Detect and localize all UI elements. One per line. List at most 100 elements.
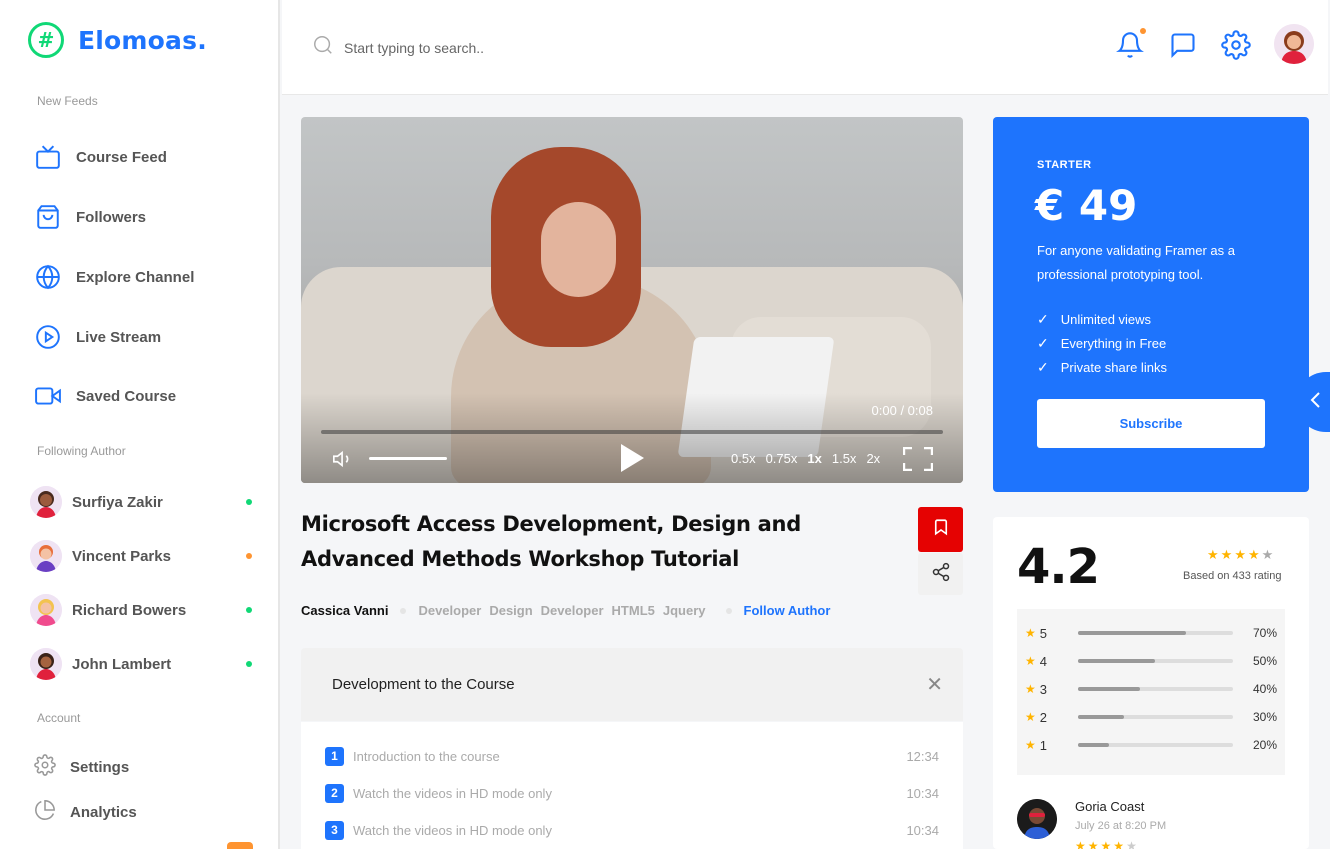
pricing-description: For anyone validating Framer as a profes… xyxy=(1037,243,1235,282)
rating-star-value: 4 xyxy=(1039,653,1047,669)
close-icon[interactable]: ✕ xyxy=(926,672,943,697)
sidebar-item-label: Analytics xyxy=(70,803,137,821)
sidebar-item-label: Saved Course xyxy=(76,387,177,405)
author-name: Surfiya Zakir xyxy=(72,493,163,511)
gear-icon xyxy=(34,753,56,781)
author-name: Vincent Parks xyxy=(72,547,171,565)
speed-option[interactable]: 0.75x xyxy=(766,451,798,466)
rating-row: ★ 2 30% xyxy=(1025,709,1277,725)
video-time: 0:00 / 0:08 xyxy=(871,403,933,418)
course-tag[interactable]: Design xyxy=(489,603,532,618)
course-author[interactable]: Cassica Vanni xyxy=(301,603,388,618)
search-bar[interactable]: Start typing to search.. xyxy=(312,34,484,61)
author-item[interactable]: Richard Bowers xyxy=(30,593,260,627)
lesson-item[interactable]: 1 Introduction to the course 12:34 xyxy=(325,746,939,766)
rating-stars: ★★★★★ xyxy=(1207,547,1275,563)
sidebar-item-label: Explore Channel xyxy=(76,268,195,286)
reviewer-avatar[interactable] xyxy=(1017,799,1057,839)
gear-icon[interactable] xyxy=(1221,30,1251,60)
rating-bar xyxy=(1077,659,1234,663)
chat-icon[interactable] xyxy=(1169,30,1199,60)
sidebar-item-saved-course[interactable]: Saved Course xyxy=(34,381,176,411)
user-avatar[interactable] xyxy=(1274,24,1314,64)
top-header: Start typing to search.. xyxy=(282,0,1328,95)
rating-percent: 50% xyxy=(1252,654,1277,668)
author-item[interactable]: Surfiya Zakir xyxy=(30,485,260,519)
play-icon[interactable] xyxy=(619,443,645,478)
pricing-card: STARTER € 49 For anyone validating Frame… xyxy=(993,117,1309,492)
pricing-feature: ✓ Private share links xyxy=(1037,359,1167,376)
star-icon: ★ xyxy=(1113,839,1127,849)
rating-bar-fill xyxy=(1077,687,1140,691)
speed-option[interactable]: 2x xyxy=(866,451,880,466)
course-tag[interactable]: Developer xyxy=(541,603,604,618)
video-player[interactable]: 0:00 / 0:08 0.5x 0.75x 1x 1.5x 2x xyxy=(301,117,963,483)
reviewer-name: Goria Coast xyxy=(1075,799,1145,814)
avatar xyxy=(30,486,62,518)
video-frame-face xyxy=(541,202,616,297)
course-tag[interactable]: HTML5 xyxy=(612,603,655,618)
section-account: Account xyxy=(37,711,81,725)
rating-bar-fill xyxy=(1077,631,1187,635)
feature-label: Unlimited views xyxy=(1060,312,1152,327)
star-icon: ★ xyxy=(1261,547,1276,562)
sidebar-item-followers[interactable]: Followers xyxy=(34,202,146,232)
bell-icon[interactable] xyxy=(1116,28,1146,60)
share-button[interactable] xyxy=(918,553,963,595)
author-item[interactable]: John Lambert xyxy=(30,647,260,681)
accordion-header[interactable]: Development to the Course ✕ xyxy=(301,648,963,721)
speed-option[interactable]: 0.5x xyxy=(731,451,756,466)
sidebar-item-course-feed[interactable]: Course Feed xyxy=(34,142,167,172)
star-icon: ★ xyxy=(1220,547,1235,562)
globe-icon xyxy=(34,263,62,291)
lesson-duration: 10:34 xyxy=(906,785,939,801)
subscribe-button[interactable]: Subscribe xyxy=(1037,399,1265,448)
lesson-title: Introduction to the course xyxy=(353,748,500,764)
check-icon: ✓ xyxy=(1037,335,1049,351)
course-title: Microsoft Access Development, Design and… xyxy=(301,512,801,571)
rating-percent: 40% xyxy=(1252,682,1277,696)
author-name: John Lambert xyxy=(72,655,172,673)
online-status-dot xyxy=(246,499,252,505)
sidebar-item-analytics[interactable]: Analytics xyxy=(34,798,137,826)
speed-option[interactable]: 1.5x xyxy=(832,451,857,466)
sidebar-item-label: Followers xyxy=(76,208,147,226)
brand-name: Elomoas. xyxy=(78,25,207,55)
lesson-duration: 12:34 xyxy=(906,748,939,764)
course-tag[interactable]: Developer xyxy=(418,603,481,618)
course-tag[interactable]: Jquery xyxy=(663,603,706,618)
volume-slider[interactable] xyxy=(369,457,447,460)
pricing-feature: ✓ Everything in Free xyxy=(1037,335,1166,352)
lesson-number: 3 xyxy=(325,820,344,840)
rating-breakdown: ★ 5 70% ★ 4 50% ★ 3 40% ★ 2 30% ★ 1 20% xyxy=(1017,609,1285,775)
star-icon: ★ xyxy=(1234,547,1248,562)
sidebar-item-live-stream[interactable]: Live Stream xyxy=(34,322,161,352)
sidebar-item-settings[interactable]: Settings xyxy=(34,753,129,781)
notification-dot xyxy=(1140,28,1146,34)
rating-star-value: 3 xyxy=(1039,681,1047,697)
sidebar: # Elomoas. New Feeds Course Feed Followe… xyxy=(0,0,280,849)
volume-icon[interactable] xyxy=(331,448,355,475)
feature-label: Everything in Free xyxy=(1060,336,1167,351)
speed-option-active[interactable]: 1x xyxy=(807,451,821,466)
star-icon: ★ xyxy=(1025,738,1036,752)
rating-card: 4.2 ★★★★★ Based on 433 rating ★ 5 70% ★ … xyxy=(993,517,1309,849)
share-icon xyxy=(931,562,951,587)
fullscreen-icon[interactable] xyxy=(902,446,934,476)
pie-chart-icon xyxy=(34,799,56,826)
lesson-item[interactable]: 2 Watch the videos in HD mode only 10:34 xyxy=(325,783,939,803)
video-camera-icon xyxy=(34,382,62,410)
feature-label: Private share links xyxy=(1060,360,1167,375)
avatar xyxy=(30,540,62,572)
search-input[interactable]: Start typing to search.. xyxy=(344,40,484,56)
logo[interactable]: # Elomoas. xyxy=(28,22,207,58)
video-progress-bar[interactable] xyxy=(321,430,943,434)
sidebar-item-explore-channel[interactable]: Explore Channel xyxy=(34,262,194,292)
accordion-title: Development to the Course xyxy=(332,676,515,693)
bookmark-button[interactable] xyxy=(918,507,963,552)
follow-author-link[interactable]: Follow Author xyxy=(744,603,831,618)
rating-star-value: 2 xyxy=(1039,709,1047,725)
rating-percent: 30% xyxy=(1252,710,1277,724)
lesson-item[interactable]: 3 Watch the videos in HD mode only 10:34 xyxy=(325,820,939,840)
author-item[interactable]: Vincent Parks xyxy=(30,539,260,573)
